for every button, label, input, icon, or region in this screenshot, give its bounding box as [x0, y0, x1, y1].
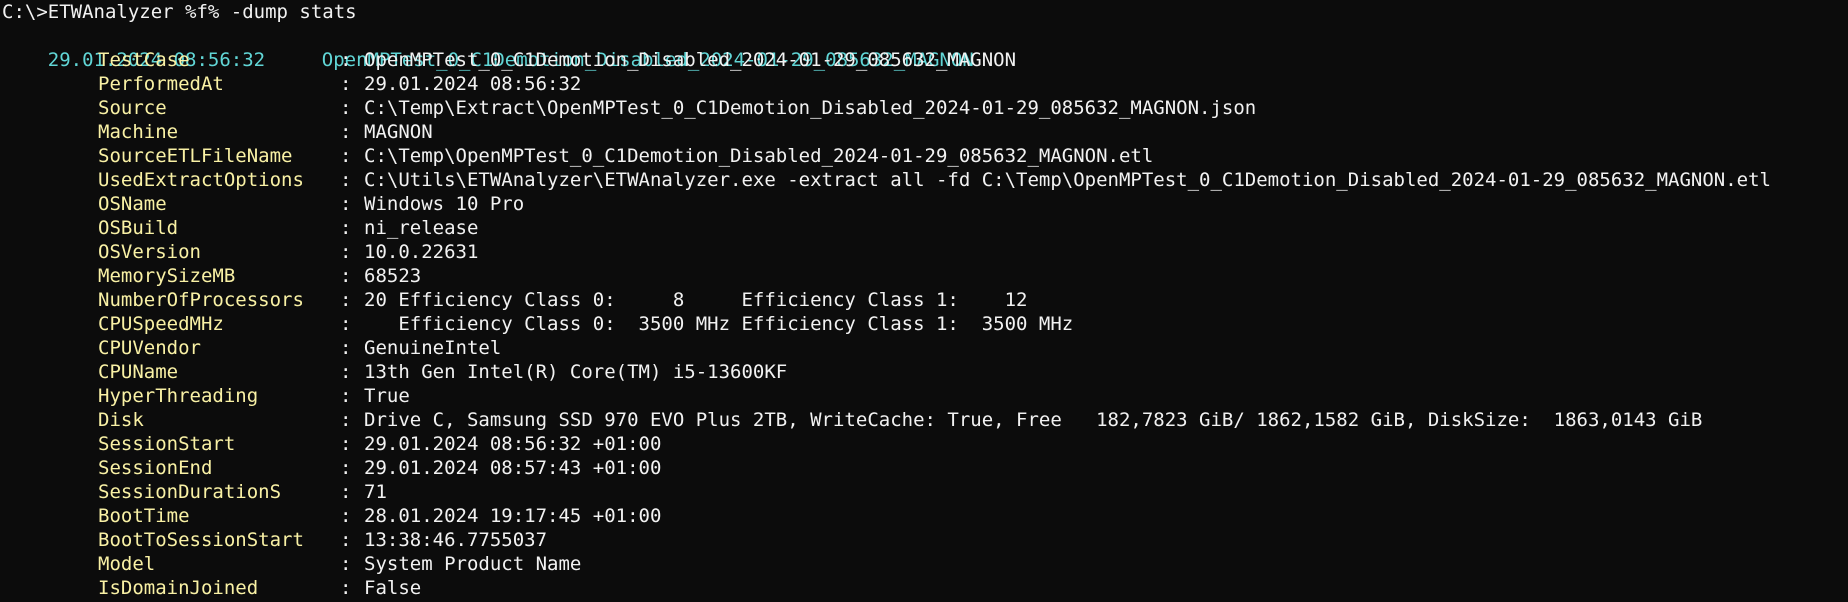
stat-key: SessionDurationS [98, 481, 282, 503]
stat-key: Source [98, 97, 167, 119]
stat-key: SourceETLFileName [98, 145, 293, 167]
stat-value: C:\Utils\ETWAnalyzer\ETWAnalyzer.exe -ex… [364, 169, 1771, 191]
stat-key: HyperThreading [98, 385, 259, 407]
stat-separator: : [340, 241, 352, 263]
stat-separator: : [340, 553, 352, 575]
stat-key: MemorySizeMB [98, 265, 236, 287]
stats-row: OSName: Windows 10 Pro [2, 192, 1848, 216]
stats-row: SessionEnd:29.01.2024 08:57:43 +01:00 [2, 456, 1848, 480]
stats-row: CPUSpeedMHz: Efficiency Class 0: 3500 MH… [2, 312, 1848, 336]
stat-value: 10.0.22631 [364, 241, 479, 263]
stat-value: Efficiency Class 0: 3500 MHz Efficiency … [364, 313, 1074, 335]
stat-separator: : [340, 529, 352, 551]
stats-row: NumberOfProcessors:20 Efficiency Class 0… [2, 288, 1848, 312]
stat-value: False [364, 577, 422, 599]
stat-value: MAGNON [364, 121, 433, 143]
stat-separator: : [340, 505, 352, 527]
stat-key: PerformedAt [98, 73, 224, 95]
stat-value: 13:38:46.7755037 [364, 529, 548, 551]
stat-value: 29.01.2024 08:56:32 [364, 73, 582, 95]
stat-separator: : [340, 481, 352, 503]
stats-row: Model: System Product Name [2, 552, 1848, 576]
stats-header-line: 29.01.2024 08:56:32 OpenMPTest_0_C1Demoti… [2, 24, 1848, 71]
stats-row: SessionDurationS:71 [2, 480, 1848, 504]
stat-key: SessionStart [98, 433, 236, 455]
stat-key: CPUVendor [98, 337, 201, 359]
stat-value: 28.01.2024 19:17:45 +01:00 [364, 505, 662, 527]
stat-separator: : [340, 577, 352, 599]
stats-row: CPUName:13th Gen Intel(R) Core(TM) i5-13… [2, 360, 1848, 384]
stats-row: BootTime:28.01.2024 19:17:45 +01:00 [2, 504, 1848, 528]
stat-separator: : [340, 361, 352, 383]
stat-separator: : [340, 73, 352, 95]
stat-separator: : [340, 409, 352, 431]
stat-value: 20 Efficiency Class 0: 8 Efficiency Clas… [364, 289, 1028, 311]
stat-key: OSVersion [98, 241, 201, 263]
stats-row: BootToSessionStart:13:38:46.7755037 [2, 528, 1848, 552]
terminal-window[interactable]: C:\>ETWAnalyzer %f% -dump stats 29.01.20… [0, 0, 1848, 602]
stat-separator: : [340, 265, 352, 287]
stat-value: ni_release [364, 217, 479, 239]
stat-key: CPUSpeedMHz [98, 313, 224, 335]
stat-key: CPUName [98, 361, 179, 383]
stat-separator: : [340, 97, 352, 119]
stat-separator: : [340, 121, 352, 143]
stats-row: Source: C:\Temp\Extract\OpenMPTest_0_C1De… [2, 96, 1848, 120]
stat-value: 71 [364, 481, 387, 503]
stat-separator: : [340, 217, 352, 239]
stats-row: IsDomainJoined: False [2, 576, 1848, 600]
stat-value: 13th Gen Intel(R) Core(TM) i5-13600KF [364, 361, 788, 383]
stats-row: CPUVendor: GenuineIntel [2, 336, 1848, 360]
stats-row: TestCase: OpenMPTest_0_C1Demotion_Disable… [2, 48, 1848, 72]
stats-row: PerformedAt:29.01.2024 08:56:32 [2, 72, 1848, 96]
stat-separator: : [340, 169, 352, 191]
stats-row: Machine: MAGNON [2, 120, 1848, 144]
stat-value: 29.01.2024 08:57:43 +01:00 [364, 457, 662, 479]
stat-separator: : [340, 289, 352, 311]
stat-key: UsedExtractOptions [98, 169, 304, 191]
stat-value: 68523 [364, 265, 422, 287]
stats-row: MemorySizeMB:68523 [2, 264, 1848, 288]
stat-value: True [364, 385, 410, 407]
stats-row: UsedExtractOptions: C:\Utils\ETWAnalyzer\… [2, 168, 1848, 192]
stat-value: System Product Name [364, 553, 582, 575]
stat-separator: : [340, 433, 352, 455]
stat-value: Windows 10 Pro [364, 193, 525, 215]
stat-key: Model [98, 553, 156, 575]
stat-key: IsDomainJoined [98, 577, 259, 599]
stat-separator: : [340, 145, 352, 167]
stat-key: BootToSessionStart [98, 529, 304, 551]
stat-separator: : [340, 313, 352, 335]
stats-row: SessionStart:29.01.2024 08:56:32 +01:00 [2, 432, 1848, 456]
stat-separator: : [340, 193, 352, 215]
stat-separator: : [340, 337, 352, 359]
stat-separator: : [340, 385, 352, 407]
stat-separator: : [340, 49, 352, 71]
stats-row: SourceETLFileName: C:\Temp\OpenMPTest_0_C… [2, 144, 1848, 168]
stat-value: OpenMPTest_0_C1Demotion_Disabled_2024-01… [364, 49, 1017, 71]
stat-value: GenuineIntel [364, 337, 502, 359]
stat-key: Disk [98, 409, 144, 431]
stat-key: OSName [98, 193, 167, 215]
stat-value: 29.01.2024 08:56:32 +01:00 [364, 433, 662, 455]
stats-row: HyperThreading: True [2, 384, 1848, 408]
stats-row: OSBuild: ni_release [2, 216, 1848, 240]
stat-key: Machine [98, 121, 179, 143]
stat-key: SessionEnd [98, 457, 213, 479]
stat-key: TestCase [98, 49, 190, 71]
stat-key: BootTime [98, 505, 190, 527]
stats-row: OSVersion:10.0.22631 [2, 240, 1848, 264]
command-prompt-line: C:\>ETWAnalyzer %f% -dump stats [2, 1, 357, 23]
stat-value: Drive C, Samsung SSD 970 EVO Plus 2TB, W… [364, 409, 1703, 431]
stats-rows: TestCase: OpenMPTest_0_C1Demotion_Disable… [2, 48, 1848, 600]
stat-separator: : [340, 457, 352, 479]
stat-key: OSBuild [98, 217, 179, 239]
stat-value: C:\Temp\OpenMPTest_0_C1Demotion_Disabled… [364, 145, 1154, 167]
stat-value: C:\Temp\Extract\OpenMPTest_0_C1Demotion_… [364, 97, 1257, 119]
stat-key: NumberOfProcessors [98, 289, 304, 311]
stats-row: Disk: Drive C, Samsung SSD 970 EVO Plus 2… [2, 408, 1848, 432]
